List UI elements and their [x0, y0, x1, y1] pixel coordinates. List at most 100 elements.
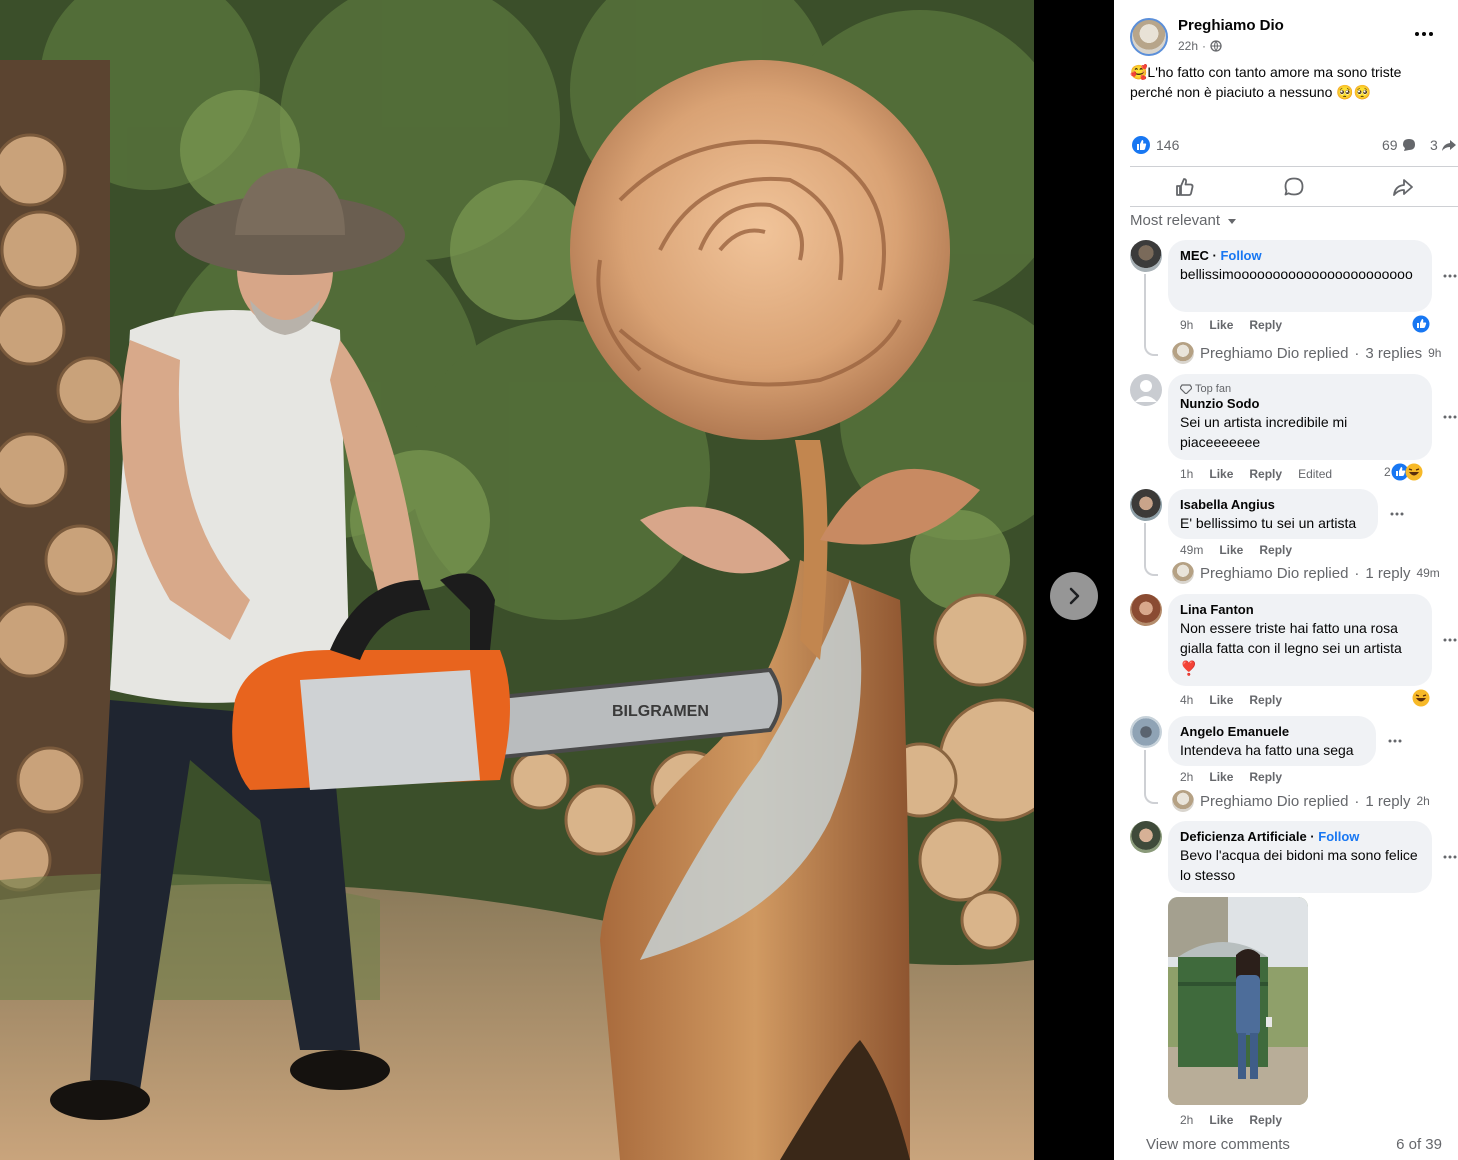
comment-options-icon[interactable] [1442, 854, 1458, 860]
post-header: Preghiamo Dio 22h · [1130, 16, 1450, 56]
author-name[interactable]: Preghiamo Dio [1178, 17, 1284, 34]
comment-time[interactable]: 49m [1180, 543, 1203, 557]
default-avatar-icon [1135, 380, 1157, 402]
share-icon [1392, 179, 1413, 196]
comment-time[interactable]: 2h [1180, 770, 1193, 784]
comment-text: Bevo l'acqua dei bidoni ma sono felice l… [1180, 847, 1418, 883]
commenter-avatar[interactable] [1130, 716, 1162, 748]
comment-time[interactable]: 1h [1180, 467, 1193, 481]
haha-reaction-icon [1405, 463, 1423, 481]
like-reaction-icon[interactable] [1132, 136, 1150, 154]
comment-options-icon[interactable] [1389, 511, 1405, 517]
comment-time[interactable]: 4h [1180, 693, 1193, 707]
comment-time[interactable]: 2h [1180, 1113, 1193, 1127]
comment-like-button[interactable]: Like [1219, 543, 1243, 557]
like-reaction-icon [1412, 315, 1430, 333]
comment-options-icon[interactable] [1442, 637, 1458, 643]
like-button[interactable] [1130, 170, 1239, 204]
more-options-icon[interactable] [1412, 26, 1436, 42]
like-count[interactable]: 146 [1156, 137, 1179, 153]
comment-sort-dropdown[interactable]: Most relevant [1130, 212, 1238, 229]
commenter-name[interactable]: Lina Fanton [1180, 602, 1420, 618]
share-count-group[interactable]: 3 [1430, 137, 1457, 153]
comment-icon [1284, 177, 1303, 196]
comment-meta: 9h Like Reply [1180, 318, 1282, 332]
comment-reactions[interactable]: 2 [1384, 463, 1423, 481]
reply-time: 49m [1416, 566, 1440, 580]
follow-link[interactable]: Follow [1220, 248, 1261, 263]
comment-text: Non essere triste hai fatto una rosa gia… [1180, 620, 1402, 676]
view-replies-link[interactable]: Preghiamo Dio replied · 1 reply 2h [1172, 790, 1430, 812]
replied-by: Preghiamo Dio replied [1200, 564, 1349, 582]
divider [1130, 166, 1458, 167]
reply-thread-line [1144, 750, 1158, 804]
chainsaw-brand: BILGRAMEN [612, 703, 709, 720]
comment-meta: 4h Like Reply [1180, 693, 1282, 707]
commenter-avatar[interactable] [1130, 594, 1162, 626]
comment-options-icon[interactable] [1442, 414, 1458, 420]
comment-bubble: Isabella Angius E' bellissimo tu sei un … [1168, 489, 1378, 539]
comment-like-button[interactable]: Like [1209, 467, 1233, 481]
commenter-name[interactable]: MEC [1180, 248, 1209, 263]
comment-like-button[interactable]: Like [1209, 318, 1233, 332]
reply-count: 3 replies [1365, 344, 1423, 362]
author-avatar[interactable] [1130, 18, 1168, 56]
view-replies-link[interactable]: Preghiamo Dio replied · 1 reply 49m [1172, 562, 1440, 584]
post-time[interactable]: 22h [1178, 39, 1198, 53]
commenter-avatar[interactable] [1130, 374, 1162, 406]
reply-count: 1 reply [1365, 564, 1411, 582]
comment-meta: 1h Like Reply Edited [1180, 467, 1332, 481]
comment-pager: 6 of 39 [1396, 1136, 1442, 1153]
commenter-name[interactable]: Angelo Emanuele [1180, 724, 1364, 740]
commenter-avatar[interactable] [1130, 821, 1162, 853]
comment-meta: 2h Like Reply [1180, 1113, 1282, 1127]
post-caption: 🥰L'ho fatto con tanto amore ma sono tris… [1130, 64, 1402, 100]
view-replies-link[interactable]: Preghiamo Dio replied · 3 replies 9h [1172, 342, 1441, 364]
comment-options-icon[interactable] [1442, 273, 1458, 279]
comment-reply-button[interactable]: Reply [1249, 467, 1282, 481]
photo-image: BILGRAMEN [0, 0, 1034, 1160]
comment-reactions[interactable] [1412, 315, 1430, 333]
comment-text: bellissimooooooooooooooooooooooo [1180, 266, 1413, 282]
comment-like-button[interactable]: Like [1209, 1113, 1233, 1127]
comment-reactions[interactable] [1412, 689, 1430, 707]
comment-bubble: Top fan Nunzio Sodo Sei un artista incre… [1168, 374, 1432, 460]
comment-attached-image[interactable] [1168, 897, 1308, 1105]
post-photo[interactable]: BILGRAMEN [0, 0, 1114, 1160]
commenter-avatar[interactable] [1130, 240, 1162, 272]
comment-reply-button[interactable]: Reply [1249, 1113, 1282, 1127]
commenter-name[interactable]: Deficienza Artificiale [1180, 829, 1307, 844]
edited-label: Edited [1298, 467, 1333, 481]
comment-reply-button[interactable]: Reply [1249, 693, 1282, 707]
share-button[interactable] [1348, 170, 1457, 204]
thumbs-up-icon [1175, 178, 1193, 196]
chevron-right-icon [1069, 587, 1080, 605]
commenter-name[interactable]: Nunzio Sodo [1180, 396, 1420, 412]
comment-reply-button[interactable]: Reply [1259, 543, 1292, 557]
comment-reply-button[interactable]: Reply [1249, 318, 1282, 332]
comment-bubble-icon [1402, 139, 1415, 151]
commenter-avatar[interactable] [1130, 489, 1162, 521]
comment-like-button[interactable]: Like [1209, 770, 1233, 784]
reply-time: 2h [1416, 794, 1430, 808]
replied-by: Preghiamo Dio replied [1200, 344, 1349, 362]
comment-options-icon[interactable] [1387, 738, 1403, 744]
view-more-comments-link[interactable]: View more comments [1146, 1136, 1290, 1153]
comment-meta: 2h Like Reply [1180, 770, 1282, 784]
follow-link[interactable]: Follow [1318, 829, 1359, 844]
reply-time: 9h [1428, 346, 1442, 360]
comment-time[interactable]: 9h [1180, 318, 1193, 332]
reply-thread-line [1144, 274, 1158, 356]
reply-thread-line [1144, 523, 1158, 576]
next-photo-button[interactable] [1050, 572, 1098, 620]
comment-like-button[interactable]: Like [1209, 693, 1233, 707]
commenter-name[interactable]: Isabella Angius [1180, 497, 1366, 513]
comment-button[interactable] [1239, 170, 1348, 204]
caret-down-icon [1228, 218, 1237, 224]
divider [1130, 206, 1458, 207]
comment-count-group[interactable]: 69 [1382, 137, 1417, 153]
reactions-summary: 146 69 3 [1130, 134, 1458, 156]
sort-label: Most relevant [1130, 212, 1221, 229]
comment-reply-button[interactable]: Reply [1249, 770, 1282, 784]
diamond-icon [1180, 384, 1192, 394]
